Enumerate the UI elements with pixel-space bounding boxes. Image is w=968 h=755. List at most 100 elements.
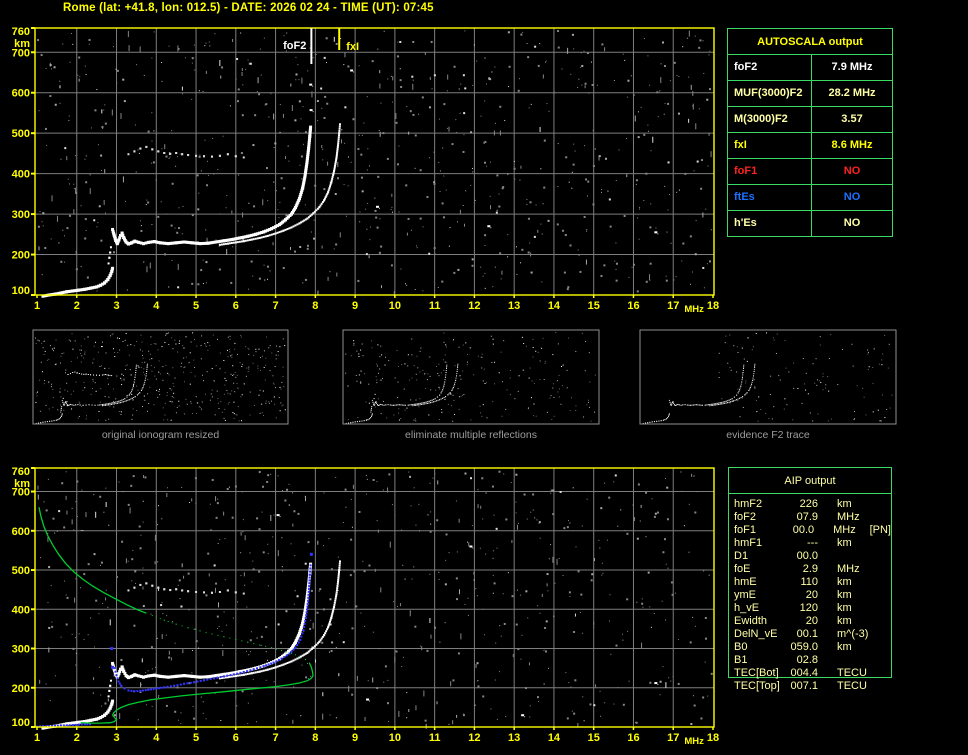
aip-param-label: Ewidth [734, 615, 768, 627]
svg-text:9: 9 [352, 732, 358, 744]
aip-param-label: ymE [734, 589, 756, 601]
svg-text:5: 5 [193, 300, 199, 312]
aip-row-Ewidth: Ewidth 20 km [729, 615, 891, 628]
aip-param-value: 120 [799, 602, 818, 614]
aip-param-unit: MHz [837, 563, 860, 575]
svg-text:18: 18 [707, 732, 719, 744]
autoscala-param-value: 8.6 MHz [831, 139, 873, 151]
svg-text:3: 3 [113, 300, 119, 312]
autoscala-row-MUF(3000)F2: MUF(3000)F2 28.2 MHz [728, 81, 892, 107]
svg-text:200: 200 [12, 250, 30, 262]
aip-param-unit: km [837, 576, 852, 588]
aip-row-TEC[Top]: TEC[Top] 007.1 TECU [729, 680, 891, 693]
svg-text:600: 600 [12, 88, 30, 100]
svg-text:17: 17 [667, 732, 679, 744]
autoscala-output-table: AUTOSCALA output foF2 7.9 MHz MUF(3000)F2 2… [727, 28, 893, 237]
aip-param-unit: km [837, 589, 852, 601]
aip-param-value: 059.0 [790, 641, 818, 653]
autoscala-param-label: foF1 [728, 159, 812, 184]
thumbnail-1 [32, 329, 289, 425]
aip-param-label: hmF1 [734, 537, 763, 549]
aip-param-label: B1 [734, 654, 748, 666]
svg-text:760: 760 [12, 466, 30, 478]
svg-text:MHz: MHz [684, 736, 704, 747]
autoscala-param-value: NO [843, 217, 861, 229]
autoscala-row-foF2: foF2 7.9 MHz [728, 55, 892, 81]
svg-text:fxI: fxI [346, 41, 359, 53]
autoscala-row-foF1: foF1 NO [728, 159, 892, 185]
aip-param-label: h_vE [734, 602, 760, 614]
aip-param-value: --- [807, 537, 818, 549]
aip-param-label: TEC[Bot] [734, 667, 779, 679]
autoscala-row-fxI: fxI 8.6 MHz [728, 133, 892, 159]
svg-text:18: 18 [707, 300, 719, 312]
svg-text:13: 13 [508, 300, 520, 312]
svg-text:16: 16 [627, 300, 639, 312]
svg-text:11: 11 [429, 300, 441, 312]
aip-output-table: AIP output hmF2 226 km foF2 07.9 MHz foF1 00.0 M… [728, 467, 892, 692]
aip-param-unit: km [837, 602, 852, 614]
svg-text:400: 400 [12, 604, 30, 616]
svg-text:16: 16 [627, 732, 639, 744]
aip-param-value: 07.9 [796, 511, 818, 523]
aip-param-label: foF1 [734, 524, 757, 536]
autoscala-param-value: 7.9 MHz [831, 61, 873, 73]
aip-param-value: 00.0 [792, 524, 815, 536]
aip-row-DelN_vE: DelN_vE 00.1 m^(-3) [729, 628, 891, 641]
svg-text:13: 13 [508, 732, 520, 744]
aip-row-foF2: foF2 07.9 MHz [729, 511, 891, 524]
thumbnail-caption-original: original ionogram resized [101, 429, 220, 441]
svg-text:8: 8 [312, 300, 318, 312]
svg-text:300: 300 [12, 209, 30, 221]
aip-param-value: 02.8 [796, 654, 818, 666]
aip-param-unit [837, 654, 871, 667]
svg-text:km: km [14, 478, 30, 490]
aip-param-unit: km [837, 641, 852, 653]
svg-text:200: 200 [12, 683, 30, 695]
svg-text:600: 600 [12, 526, 30, 538]
aip-row-TEC[Bot]: TEC[Bot] 004.4 TECU [729, 667, 891, 680]
autoscala-param-value: 3.57 [841, 113, 863, 125]
svg-text:9: 9 [352, 300, 358, 312]
thumbnail-3 [639, 329, 897, 425]
aip-row-h_vE: h_vE 120 km [729, 602, 891, 615]
svg-text:12: 12 [468, 732, 480, 744]
svg-text:400: 400 [12, 169, 30, 181]
svg-text:7: 7 [273, 732, 279, 744]
aip-row-foE: foE 2.9 MHz [729, 563, 891, 576]
svg-text:km: km [14, 38, 30, 50]
thumbnail-caption-eliminate: eliminate multiple reflections [405, 429, 537, 441]
aip-row-hmE: hmE 110 km [729, 576, 891, 589]
svg-text:10: 10 [389, 300, 401, 312]
svg-text:2: 2 [74, 732, 80, 744]
aip-param-value: 110 [800, 576, 818, 588]
aip-param-label: foE [734, 563, 751, 575]
svg-text:8: 8 [312, 732, 318, 744]
aip-param-label: D1 [734, 550, 749, 562]
aip-param-value: 00.0 [796, 550, 818, 562]
autoscala-row-ftEs: ftEs NO [728, 185, 892, 211]
svg-text:6: 6 [233, 732, 239, 744]
autoscala-param-value: 28.2 MHz [828, 87, 876, 99]
svg-text:100: 100 [12, 285, 30, 297]
aip-row-hmF1: hmF1 --- km [729, 537, 891, 550]
autoscala-param-label: foF2 [728, 55, 812, 80]
aip-param-value: 007.1 [790, 680, 818, 692]
svg-text:4: 4 [153, 300, 160, 312]
aip-param-flag: [PN] [869, 524, 891, 536]
top-ionogram-plot: 760700600500400300200100km1 2 3 4 5 6 7 8 9 10 11 1… [12, 26, 719, 315]
svg-text:5: 5 [193, 732, 199, 744]
aip-param-unit: TECU [837, 680, 867, 692]
aip-param-unit: TECU [837, 667, 867, 679]
aip-row-ymE: ymE 20 km [729, 589, 891, 602]
aip-param-unit: km [837, 615, 852, 627]
aip-table-rows: hmF2 226 km foF2 07.9 MHz foF1 00.0 MHz [PN] hmF1 -… [729, 498, 891, 693]
autoscala-table-title: AUTOSCALA output [728, 29, 892, 55]
aip-param-unit: MHz [837, 511, 860, 523]
svg-text:500: 500 [12, 565, 30, 577]
svg-text:15: 15 [588, 732, 600, 744]
svg-text:300: 300 [12, 644, 30, 656]
svg-text:1: 1 [34, 732, 40, 744]
svg-text:6: 6 [233, 300, 239, 312]
thumbnail-2 [342, 329, 600, 425]
